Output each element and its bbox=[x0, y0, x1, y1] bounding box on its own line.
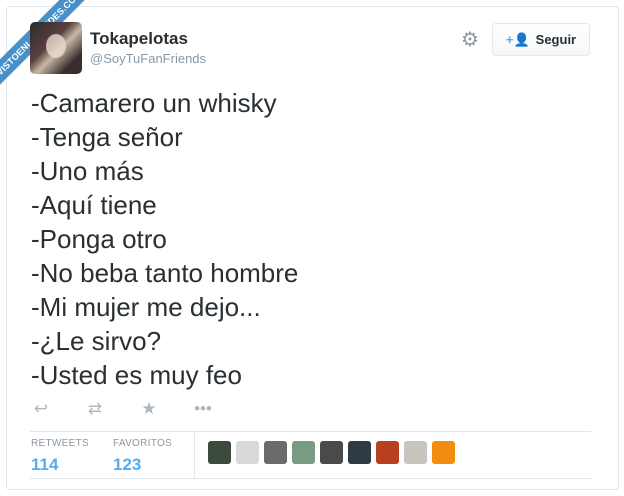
divider bbox=[30, 478, 591, 479]
favorites-stat[interactable]: FAVORITOS 123 bbox=[113, 438, 172, 475]
stats-separator bbox=[194, 432, 195, 478]
tweet-line: -Aquí tiene bbox=[31, 190, 157, 220]
tweet-line: -Usted es muy feo bbox=[31, 360, 242, 390]
divider bbox=[30, 431, 591, 432]
favoriter-avatar[interactable] bbox=[264, 441, 287, 464]
retweet-icon[interactable]: ⇄ bbox=[84, 399, 106, 419]
tweet-line: -Camarero un whisky bbox=[31, 88, 277, 118]
retweets-count: 114 bbox=[31, 455, 59, 474]
avatar[interactable] bbox=[30, 22, 82, 74]
add-user-icon: +👤 bbox=[505, 31, 530, 47]
favoriter-avatar[interactable] bbox=[320, 441, 343, 464]
user-name[interactable]: Tokapelotas bbox=[90, 29, 188, 49]
favorites-count: 123 bbox=[113, 455, 142, 474]
tweet-text: -Camarero un whisky -Tenga señor -Uno más -… bbox=[31, 86, 298, 392]
favoriter-avatar[interactable] bbox=[208, 441, 231, 464]
retweets-stat[interactable]: RETWEETS 114 bbox=[31, 438, 89, 475]
tweet-line: -¿Le sirvo? bbox=[31, 326, 162, 356]
reply-icon[interactable]: ↩ bbox=[30, 399, 52, 419]
more-icon[interactable]: ••• bbox=[192, 399, 214, 419]
star-icon[interactable]: ★ bbox=[138, 399, 160, 419]
tweet-actions: ↩ ⇄ ★ ••• bbox=[30, 399, 214, 419]
favoriters-list bbox=[208, 441, 455, 464]
favoriter-avatar[interactable] bbox=[236, 441, 259, 464]
tweet-line: -Mi mujer me dejo... bbox=[31, 292, 261, 322]
gear-icon[interactable]: ⚙ bbox=[459, 29, 481, 51]
follow-label: Seguir bbox=[535, 32, 577, 47]
retweets-label: RETWEETS bbox=[31, 438, 89, 449]
favoriter-avatar[interactable] bbox=[292, 441, 315, 464]
favoriter-avatar[interactable] bbox=[432, 441, 455, 464]
favoriter-avatar[interactable] bbox=[404, 441, 427, 464]
tweet-line: -Ponga otro bbox=[31, 224, 167, 254]
tweet-line: -Tenga señor bbox=[31, 122, 183, 152]
favoriter-avatar[interactable] bbox=[348, 441, 371, 464]
tweet-line: -Uno más bbox=[31, 156, 144, 186]
follow-button[interactable]: +👤 Seguir bbox=[492, 23, 590, 56]
favorites-label: FAVORITOS bbox=[113, 438, 173, 449]
user-handle[interactable]: @SoyTuFanFriends bbox=[90, 51, 206, 66]
favoriter-avatar[interactable] bbox=[376, 441, 399, 464]
tweet-line: -No beba tanto hombre bbox=[31, 258, 299, 288]
